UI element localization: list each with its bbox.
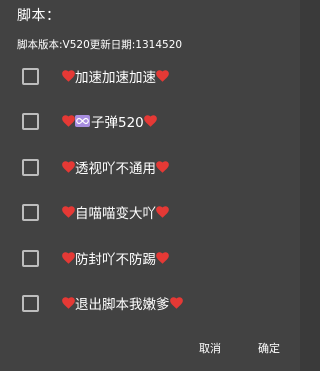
- cancel-button[interactable]: 取消: [193, 336, 227, 360]
- heart-icon: [62, 297, 75, 309]
- heart-icon: [156, 161, 169, 173]
- option-item[interactable]: 自喵喵变大吖: [0, 190, 300, 236]
- heart-icon: [156, 252, 169, 264]
- option-label: 透视吖不通用: [62, 157, 169, 177]
- heart-icon: [62, 70, 75, 82]
- checkbox-icon[interactable]: [22, 295, 39, 313]
- heart-icon: [62, 161, 75, 173]
- option-label: 退出脚本我嫩爹: [62, 293, 183, 313]
- option-label: 防封吖不防踢: [62, 248, 169, 268]
- checkbox-icon[interactable]: [22, 204, 39, 222]
- option-text: 透视吖不通用: [75, 160, 156, 177]
- option-item[interactable]: 透视吖不通用: [0, 144, 300, 190]
- checkbox-icon[interactable]: [22, 249, 39, 267]
- heart-icon: [62, 206, 75, 218]
- option-text: 子弹520: [91, 115, 144, 132]
- heart-icon: [143, 115, 157, 127]
- heart-icon: [156, 206, 169, 218]
- heart-icon: [156, 70, 169, 82]
- heart-icon: [62, 252, 75, 264]
- option-text: 防封吖不防踢: [75, 251, 156, 268]
- option-text: 退出脚本我嫩爹: [75, 297, 170, 314]
- checkbox-icon[interactable]: [22, 158, 39, 176]
- dialog-title: 脚本：: [17, 8, 61, 24]
- infinity-icon: [75, 115, 90, 128]
- option-item[interactable]: 退出脚本我嫩爹: [0, 281, 300, 327]
- checkbox-icon[interactable]: [22, 113, 39, 131]
- version-info: 脚本版本:V520更新日期:1314520: [17, 39, 183, 51]
- option-item[interactable]: 子弹520: [0, 99, 300, 145]
- ok-button[interactable]: 确定: [252, 336, 286, 360]
- heart-icon: [62, 115, 75, 127]
- option-item[interactable]: 加速加速加速: [0, 53, 300, 99]
- option-text: 加速加速加速: [75, 69, 156, 86]
- option-label: 加速加速加速: [62, 66, 169, 86]
- option-label: 子弹520: [62, 111, 157, 131]
- option-list: 加速加速加速 子弹520 透视吖不通用 自喵喵变大吖 防封吖不防踢 退出脚本我嫩爹: [0, 53, 300, 326]
- dialog-buttons: 取消 确定: [0, 336, 300, 360]
- option-label: 自喵喵变大吖: [62, 202, 169, 222]
- script-dialog: 脚本： 脚本版本:V520更新日期:1314520 加速加速加速 子弹520 透视吖…: [0, 0, 300, 371]
- option-text: 自喵喵变大吖: [75, 206, 156, 223]
- option-item[interactable]: 防封吖不防踢: [0, 235, 300, 281]
- heart-icon: [169, 297, 183, 309]
- checkbox-icon[interactable]: [22, 67, 39, 85]
